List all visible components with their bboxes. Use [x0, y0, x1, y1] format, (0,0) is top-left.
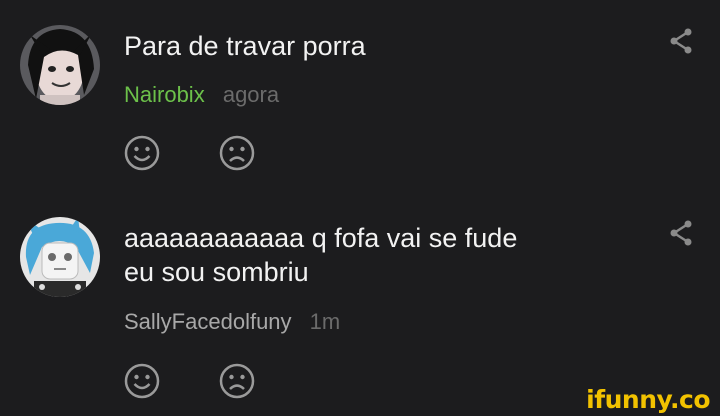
avatar[interactable] [20, 217, 100, 297]
comment-meta: SallyFacedolfuny 1m [124, 309, 340, 335]
frown-icon[interactable] [218, 362, 256, 400]
smile-icon[interactable] [123, 362, 161, 400]
comment-text-line: eu sou sombriu [124, 257, 309, 287]
share-icon[interactable] [666, 218, 696, 248]
username[interactable]: SallyFacedolfuny [124, 309, 292, 334]
comment-item-2: aaaaaaaaaaaa q fofa vai se fude eu sou s… [0, 200, 720, 416]
comment-text-line: Para de travar porra [124, 31, 366, 61]
timestamp: 1m [309, 309, 341, 334]
ifunny-watermark: ifunny.co [586, 385, 710, 414]
comment-meta: Nairobix agora [124, 82, 279, 108]
comment-item-1: Para de travar porra Nairobix agora [0, 0, 720, 200]
frown-icon[interactable] [218, 134, 256, 172]
avatar-dark-hair-icon [20, 25, 100, 105]
smile-icon[interactable] [123, 134, 161, 172]
timestamp: agora [222, 82, 280, 107]
avatar[interactable] [20, 25, 100, 105]
comment-text: Para de travar porra [124, 29, 366, 63]
comment-text-line: aaaaaaaaaaaa q fofa vai se fude [124, 223, 518, 253]
share-icon[interactable] [666, 26, 696, 56]
username[interactable]: Nairobix [124, 82, 205, 107]
comment-text: aaaaaaaaaaaa q fofa vai se fude eu sou s… [124, 221, 517, 289]
avatar-blue-hair-icon [20, 217, 100, 297]
